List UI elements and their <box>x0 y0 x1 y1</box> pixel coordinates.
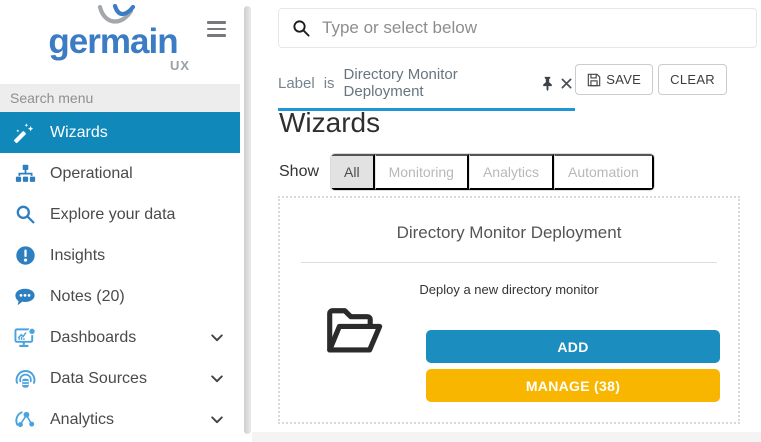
sidebar-item-wizards[interactable]: Wizards <box>0 112 240 153</box>
sidebar-item-label: Wizards <box>50 124 108 142</box>
filter-field[interactable]: Label <box>278 75 315 92</box>
germain-logo: germain UX <box>28 2 198 42</box>
sidebar-item-analytics[interactable]: Analytics <box>0 399 240 440</box>
sidebar-item-operational[interactable]: Operational <box>0 153 240 194</box>
sidebar-item-label: Insights <box>50 247 105 265</box>
exclamation-circle-icon <box>13 244 37 268</box>
hamburger-menu-icon[interactable] <box>207 21 226 41</box>
search-icon <box>292 19 311 38</box>
remove-filter-icon[interactable] <box>561 78 572 89</box>
sidebar-item-label: Analytics <box>50 411 114 429</box>
global-search-input[interactable] <box>322 18 743 38</box>
sidebar-item-label: Operational <box>50 165 133 183</box>
clear-button[interactable]: CLEAR <box>658 64 727 95</box>
category-tab-group: All Monitoring Analytics Automation <box>330 153 655 191</box>
show-filter-row: Show All Monitoring Analytics Automation <box>279 153 655 191</box>
sidebar-item-explore-your-data[interactable]: Explore your data <box>0 194 240 235</box>
filter-operator[interactable]: is <box>324 75 335 92</box>
sidebar-item-label: Explore your data <box>50 206 175 224</box>
show-label: Show <box>279 163 319 181</box>
save-button-label: SAVE <box>606 72 641 87</box>
tab-analytics[interactable]: Analytics <box>469 154 554 190</box>
app-window: germain UX Wizards <box>0 0 761 442</box>
save-button[interactable]: SAVE <box>575 64 653 95</box>
chat-bubble-icon <box>13 285 37 309</box>
sidebar-item-label: Notes (20) <box>50 288 125 306</box>
sidebar-item-data-sources[interactable]: Data Sources <box>0 358 240 399</box>
page-title: Wizards <box>279 107 380 139</box>
pin-icon[interactable] <box>541 76 554 91</box>
clear-button-label: CLEAR <box>670 72 715 87</box>
sidebar-item-label: Data Sources <box>50 370 147 388</box>
sidebar-item-insights[interactable]: Insights <box>0 235 240 276</box>
logo-area: germain UX <box>0 0 240 84</box>
filter-actions: SAVE CLEAR <box>575 62 727 95</box>
card-title: Directory Monitor Deployment <box>280 223 738 243</box>
card-divider <box>301 262 717 263</box>
chevron-down-icon[interactable] <box>210 372 224 386</box>
magnifier-icon <box>13 203 37 227</box>
chevron-down-icon[interactable] <box>210 413 224 427</box>
global-search-box[interactable] <box>278 8 757 48</box>
sidebar-search-input[interactable] <box>0 84 240 112</box>
analytics-nodes-icon <box>13 408 37 432</box>
manage-button[interactable]: MANAGE (38) <box>426 369 720 402</box>
card-description: Deploy a new directory monitor <box>280 282 738 297</box>
wizard-card-directory-monitor-deployment: Directory Monitor Deployment Deploy a ne… <box>278 196 740 424</box>
sitemap-icon <box>13 162 37 186</box>
sidebar: germain UX Wizards <box>0 0 240 442</box>
open-folder-icon <box>321 304 387 363</box>
database-icon <box>13 367 37 391</box>
main-content: Label is Directory Monitor Deployment <box>252 0 761 442</box>
filter-row: Label is Directory Monitor Deployment <box>278 62 727 98</box>
filter-chip[interactable]: Label is Directory Monitor Deployment <box>278 62 575 111</box>
tab-automation[interactable]: Automation <box>554 154 654 190</box>
card-actions: ADD MANAGE (38) <box>426 330 720 402</box>
brand-name: germain <box>28 22 198 62</box>
vertical-scrollbar[interactable] <box>244 6 251 434</box>
chevron-down-icon[interactable] <box>210 331 224 345</box>
brand-sub: UX <box>170 58 190 73</box>
tab-monitoring[interactable]: Monitoring <box>375 154 469 190</box>
sidebar-item-label: Dashboards <box>50 329 136 347</box>
content-footer-strip <box>252 432 761 442</box>
sidebar-menu: Wizards Operational <box>0 112 240 440</box>
sidebar-item-notes[interactable]: Notes (20) <box>0 276 240 317</box>
dashboard-monitor-icon <box>13 326 37 350</box>
tab-all[interactable]: All <box>331 154 375 190</box>
add-button[interactable]: ADD <box>426 330 720 363</box>
magic-wand-icon <box>13 121 37 145</box>
floppy-disk-icon <box>587 73 601 87</box>
filter-value[interactable]: Directory Monitor Deployment <box>344 66 530 100</box>
sidebar-item-dashboards[interactable]: Dashboards <box>0 317 240 358</box>
